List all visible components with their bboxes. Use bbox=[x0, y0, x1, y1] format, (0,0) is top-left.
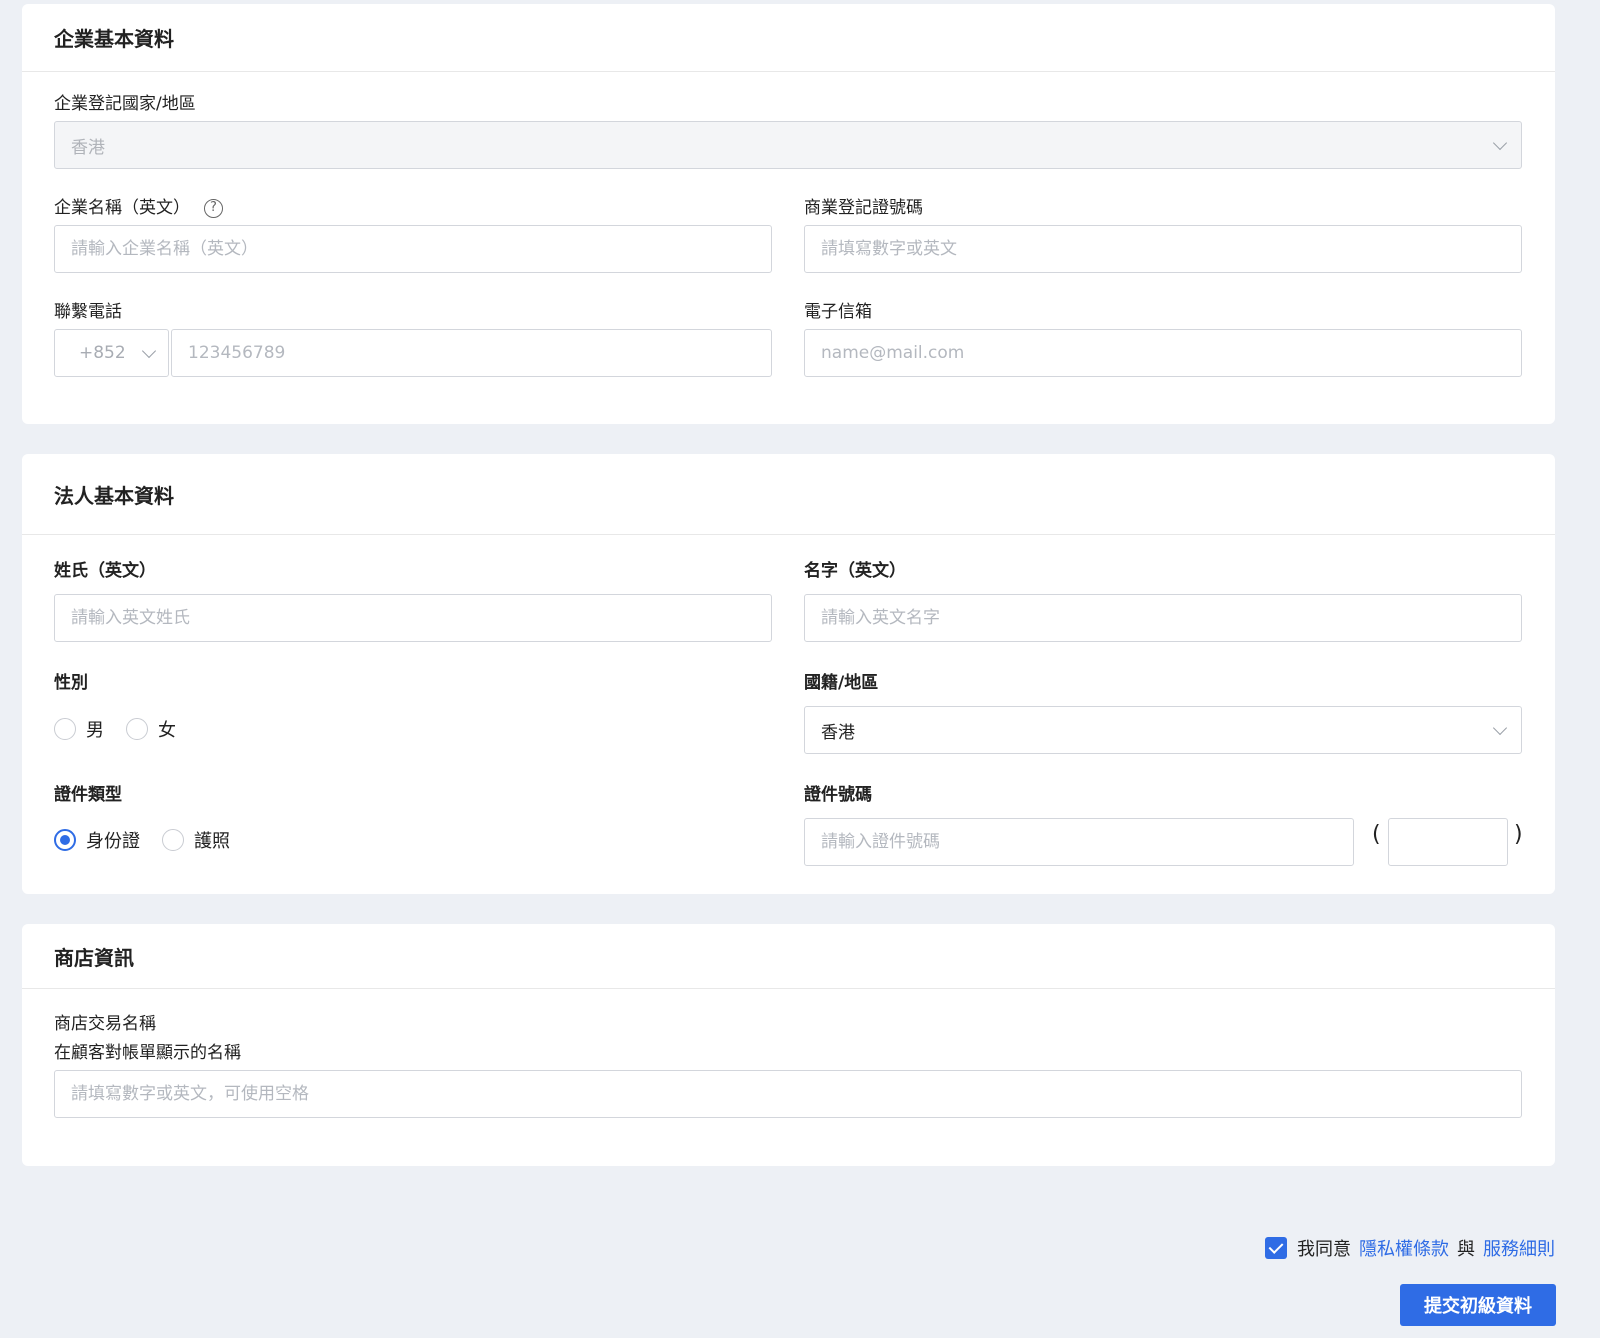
store-info-title: 商店資訊 bbox=[22, 924, 1555, 989]
phone-code-select[interactable]: +852 bbox=[54, 329, 169, 377]
nationality-select[interactable]: 香港 bbox=[804, 706, 1522, 754]
country-select[interactable]: 香港 bbox=[54, 121, 1522, 169]
phone-input[interactable] bbox=[171, 329, 772, 377]
legal-info-title: 法人基本資料 bbox=[22, 454, 1555, 535]
id-number-input[interactable] bbox=[804, 818, 1354, 866]
id-type-label: 證件類型 bbox=[54, 785, 122, 805]
email-label: 電子信箱 bbox=[804, 302, 872, 322]
given-name-label: 名字（英文） bbox=[804, 561, 906, 581]
trade-name-input[interactable] bbox=[54, 1070, 1522, 1118]
id-type-hkid-label[interactable]: 身份證 bbox=[86, 827, 140, 853]
br-number-input[interactable] bbox=[804, 225, 1522, 273]
id-number-label: 證件號碼 bbox=[804, 785, 872, 805]
store-info-card: 商店資訊 商店交易名稱 在顧客對帳單顯示的名稱 bbox=[22, 924, 1555, 1166]
country-label: 企業登記國家/地區 bbox=[54, 94, 196, 114]
id-type-radio-group: 身份證 護照 bbox=[54, 827, 252, 853]
and-text: 與 bbox=[1457, 1239, 1475, 1260]
phone-label: 聯繫電話 bbox=[54, 302, 122, 322]
nationality-value: 香港 bbox=[821, 722, 855, 743]
trade-name-label: 商店交易名稱 bbox=[54, 1014, 156, 1034]
surname-label: 姓氏（英文） bbox=[54, 561, 156, 581]
privacy-policy-link[interactable]: 隱私權條款 bbox=[1359, 1235, 1449, 1261]
id-check-close-paren: ) bbox=[1514, 822, 1523, 847]
help-icon[interactable]: ? bbox=[204, 198, 223, 218]
email-input[interactable] bbox=[804, 329, 1522, 377]
id-type-passport-label[interactable]: 護照 bbox=[194, 827, 230, 853]
agree-text: 我同意 bbox=[1297, 1239, 1351, 1260]
nationality-label: 國籍/地區 bbox=[804, 673, 879, 693]
company-info-title: 企業基本資料 bbox=[22, 4, 1555, 72]
phone-code-value: +852 bbox=[79, 343, 126, 363]
company-info-card: 企業基本資料 企業登記國家/地區 香港 企業名稱（英文） ? 商業登記證號碼 聯… bbox=[22, 4, 1555, 424]
gender-radio-group: 男 女 bbox=[54, 716, 198, 742]
surname-input[interactable] bbox=[54, 594, 772, 642]
country-value: 香港 bbox=[71, 137, 105, 158]
company-name-label: 企業名稱（英文） bbox=[54, 198, 190, 218]
id-type-hkid-radio[interactable] bbox=[54, 829, 76, 851]
id-check-digit-input[interactable] bbox=[1388, 818, 1508, 866]
trade-name-sublabel: 在顧客對帳單顯示的名稱 bbox=[54, 1043, 241, 1063]
gender-female-label[interactable]: 女 bbox=[158, 716, 176, 742]
gender-male-label[interactable]: 男 bbox=[86, 716, 104, 742]
gender-male-radio[interactable] bbox=[54, 718, 76, 740]
br-number-label: 商業登記證號碼 bbox=[804, 198, 923, 218]
legal-info-card: 法人基本資料 姓氏（英文） 名字（英文） 性別 男 女 國籍/地區 香港 證件類… bbox=[22, 454, 1555, 894]
agree-checkbox[interactable] bbox=[1265, 1237, 1287, 1259]
id-check-open-paren: ( bbox=[1372, 822, 1381, 847]
gender-label: 性別 bbox=[54, 673, 88, 693]
chevron-down-icon bbox=[1492, 135, 1508, 151]
company-name-input[interactable] bbox=[54, 225, 772, 273]
gender-female-radio[interactable] bbox=[126, 718, 148, 740]
id-type-passport-radio[interactable] bbox=[162, 829, 184, 851]
given-name-input[interactable] bbox=[804, 594, 1522, 642]
submit-button[interactable]: 提交初級資料 bbox=[1400, 1284, 1556, 1326]
terms-of-service-link[interactable]: 服務細則 bbox=[1483, 1235, 1555, 1261]
agreement-row: 我同意 隱私權條款 與 服務細則 bbox=[1265, 1235, 1555, 1261]
chevron-down-icon bbox=[1492, 720, 1508, 736]
chevron-down-icon bbox=[141, 343, 157, 359]
